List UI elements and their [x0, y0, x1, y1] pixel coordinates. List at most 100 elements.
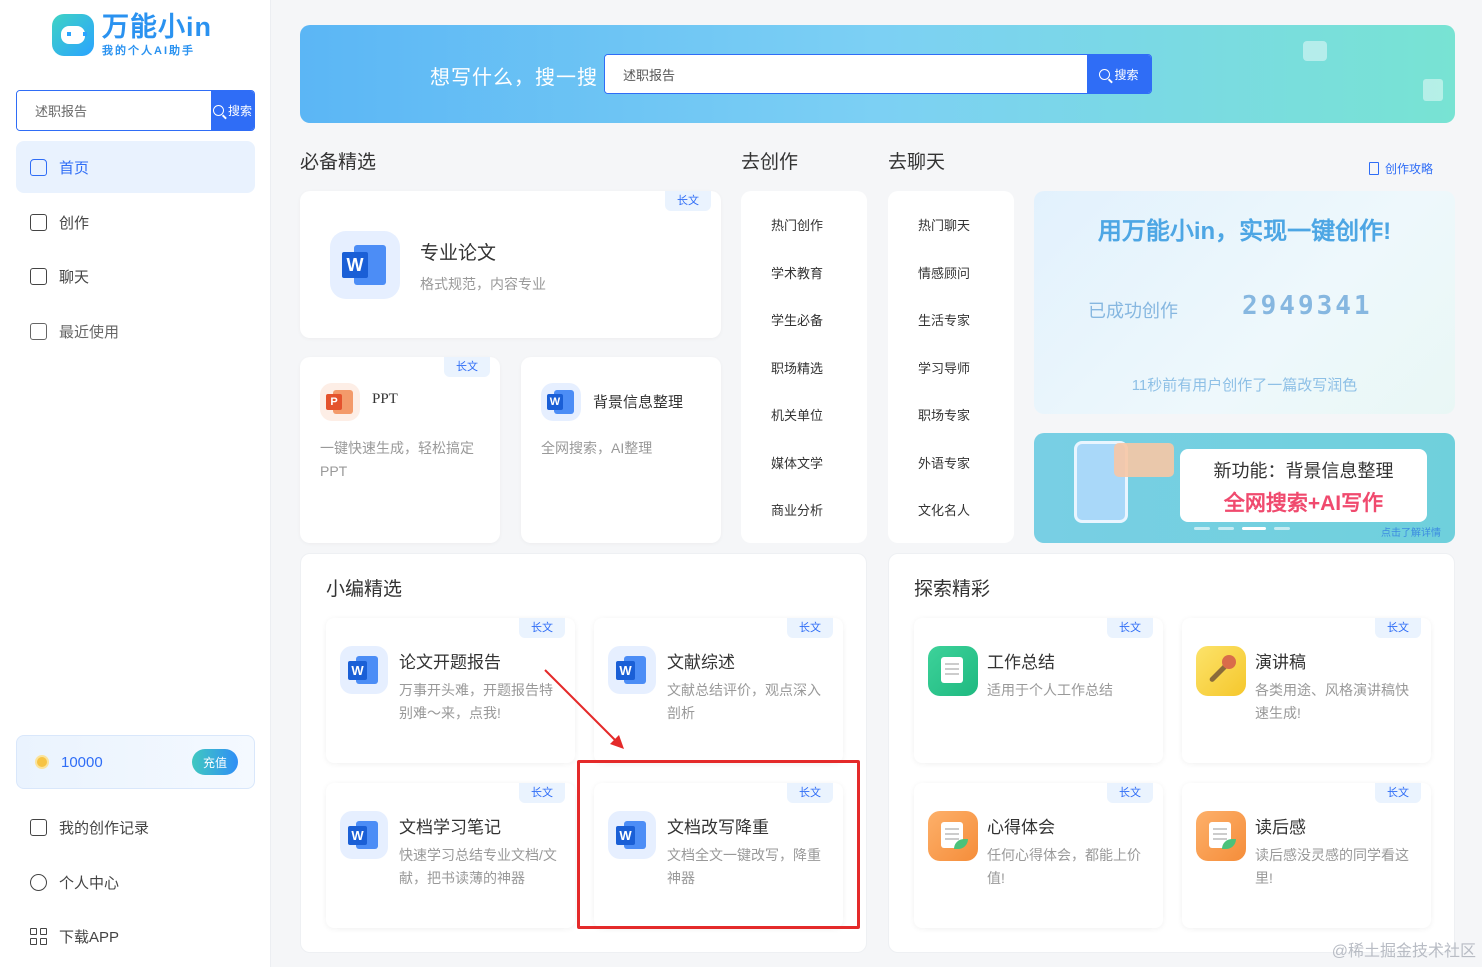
- card-reflection[interactable]: 长文 心得体会 任何心得体会，都能上价值!: [914, 783, 1163, 928]
- chat-category-item[interactable]: 情感顾问: [888, 249, 1014, 297]
- recharge-button[interactable]: 充值: [192, 749, 238, 775]
- card-title: PPT: [372, 391, 398, 407]
- tag-long-text: 长文: [665, 191, 711, 211]
- logo-subtitle: 我的个人AI助手: [102, 45, 195, 57]
- card-work-summary[interactable]: 长文 工作总结 适用于个人工作总结: [914, 618, 1163, 763]
- notes-leaf-icon: [1196, 811, 1246, 861]
- home-icon: [30, 158, 47, 176]
- card-desc: 各类用途、风格演讲稿快速生成!: [1255, 682, 1409, 721]
- chat-icon: [30, 267, 47, 285]
- sidebar-search-button[interactable]: 搜索: [211, 91, 254, 130]
- card-title: 文档学习笔记: [399, 818, 501, 837]
- chat-category-item[interactable]: 职场专家: [888, 391, 1014, 439]
- microphone-icon: [1196, 646, 1246, 696]
- create-category-item[interactable]: 学术教育: [741, 249, 867, 297]
- nav-profile-label: 个人中心: [59, 874, 120, 892]
- card-desc: 快速学习总结专业文档/文献，把书读薄的神器: [399, 847, 557, 886]
- word-icon: W: [541, 383, 581, 421]
- chat-category-item[interactable]: 外语专家: [888, 439, 1014, 487]
- sidebar-search: 搜索: [16, 90, 255, 131]
- card-book-review[interactable]: 长文 读后感 读后感没灵感的同学看这里!: [1182, 783, 1431, 928]
- nav-profile[interactable]: 个人中心: [16, 856, 255, 908]
- nav-create[interactable]: 创作: [16, 196, 255, 248]
- word-icon: W: [340, 811, 388, 859]
- notes-leaf-icon: [928, 811, 978, 861]
- chat-category-list: 热门聊天 情感顾问 生活专家 学习导师 职场专家 外语专家 文化名人: [888, 191, 1014, 543]
- explore-panel: 探索精彩 长文 工作总结 适用于个人工作总结 长文 演讲稿 各类用途、风格演讲稿…: [888, 553, 1455, 953]
- nav-my-records[interactable]: 我的创作记录: [16, 801, 255, 853]
- create-category-item[interactable]: 机关单位: [741, 391, 867, 439]
- card-desc: 格式规范，内容专业: [420, 276, 546, 292]
- card-title: 专业论文: [420, 243, 497, 264]
- nav-create-label: 创作: [59, 214, 90, 232]
- card-literature-review[interactable]: 长文 W 文献综述 文献总结评价，观点深入剖析: [594, 618, 843, 763]
- nav-download-app[interactable]: 下载APP: [16, 910, 255, 962]
- promo-box: 新功能：背景信息整理 全网搜索+AI写作: [1180, 449, 1427, 522]
- stats-count: 2949341: [1242, 291, 1373, 321]
- banner-search-button[interactable]: 搜索: [1087, 55, 1151, 93]
- create-category-item[interactable]: 媒体文学: [741, 439, 867, 487]
- create-category-item[interactable]: 学生必备: [741, 296, 867, 344]
- card-title: 背景信息整理: [593, 394, 684, 411]
- banner-search-input[interactable]: [605, 55, 1087, 93]
- promo-line2: 全网搜索+AI写作: [1223, 492, 1384, 515]
- card-desc: 任何心得体会，都能上价值!: [987, 847, 1141, 886]
- create-category-item[interactable]: 商业分析: [741, 486, 867, 534]
- credit-balance: 10000 充值: [16, 735, 255, 789]
- card-desc: 一键快速生成，轻松搞定PPT: [320, 440, 474, 479]
- section-editor-pick-title: 小编精选: [326, 579, 403, 600]
- tag-long-text: 长文: [1107, 618, 1153, 638]
- banner-search-button-label: 搜索: [1114, 67, 1139, 82]
- nav-download-app-label: 下载APP: [59, 928, 120, 946]
- chat-category-item[interactable]: 生活专家: [888, 296, 1014, 344]
- chat-category-item[interactable]: 学习导师: [888, 344, 1014, 392]
- card-title: 文献综述: [667, 653, 735, 672]
- card-thesis-proposal[interactable]: 长文 W 论文开题报告 万事开头难，开题报告特别难～来，点我!: [326, 618, 575, 763]
- highlight-annotation-box: [577, 760, 860, 929]
- sidebar-search-input[interactable]: [17, 91, 211, 130]
- word-icon: W: [340, 646, 388, 694]
- watermark: @稀土掘金技术社区: [1331, 943, 1476, 960]
- nav-chat[interactable]: 聊天: [16, 250, 255, 302]
- create-category-item[interactable]: 热门创作: [741, 201, 867, 249]
- ppt-decoration-icon: [1303, 41, 1327, 61]
- card-desc: 读后感没灵感的同学看这里!: [1255, 847, 1409, 886]
- card-background-info[interactable]: W 背景信息整理 全网搜索，AI整理: [521, 357, 721, 543]
- ppt-icon: P: [320, 383, 360, 421]
- nav-chat-label: 聊天: [59, 268, 90, 286]
- card-professional-paper[interactable]: 长文 W 专业论文 格式规范，内容专业: [300, 191, 721, 338]
- document-decoration-icon: [1423, 79, 1443, 101]
- promo-banner[interactable]: 新功能：背景信息整理 全网搜索+AI写作 点击了解详情: [1034, 433, 1455, 543]
- tag-long-text: 长文: [444, 357, 490, 377]
- nav-recent[interactable]: 最近使用: [16, 305, 255, 357]
- nav-my-records-label: 我的创作记录: [59, 819, 150, 837]
- nav-home[interactable]: 首页: [16, 141, 255, 193]
- carousel-dots[interactable]: [1194, 527, 1290, 530]
- card-desc: 文献总结评价，观点深入剖析: [667, 682, 821, 721]
- card-ppt[interactable]: 长文 P PPT 一键快速生成，轻松搞定PPT: [300, 357, 500, 543]
- grid-icon: [30, 927, 47, 945]
- create-category-item[interactable]: 职场精选: [741, 344, 867, 392]
- banner-search: 搜索: [604, 54, 1152, 94]
- search-icon: [212, 105, 224, 116]
- robot-logo-icon: [52, 14, 94, 56]
- chat-category-item[interactable]: 热门聊天: [888, 201, 1014, 249]
- logo[interactable]: 万能小in 我的个人AI助手: [52, 12, 212, 58]
- section-explore-title: 探索精彩: [914, 579, 991, 600]
- section-chat-title: 去聊天: [888, 152, 946, 173]
- work-summary-icon: [928, 646, 978, 696]
- creation-guide-link[interactable]: 创作攻略: [1368, 160, 1433, 177]
- card-desc: 全网搜索，AI整理: [541, 440, 653, 456]
- promo-more-link[interactable]: 点击了解详情: [1381, 524, 1441, 539]
- card-speech[interactable]: 长文 演讲稿 各类用途、风格演讲稿快速生成!: [1182, 618, 1431, 763]
- card-study-notes[interactable]: 长文 W 文档学习笔记 快速学习总结专业文档/文献，把书读薄的神器: [326, 783, 575, 928]
- credit-value: 10000: [61, 753, 103, 771]
- chat-category-item[interactable]: 文化名人: [888, 486, 1014, 534]
- creation-stats-panel: 用万能小in，实现一键创作! 已成功创作 2949341 11秒前有用户创作了一…: [1034, 191, 1455, 414]
- sidebar-search-button-label: 搜索: [227, 104, 252, 118]
- banner-title: 想写什么，搜一搜: [430, 67, 598, 89]
- card-title: 读后感: [1255, 818, 1306, 837]
- create-category-list: 热门创作 学术教育 学生必备 职场精选 机关单位 媒体文学 商业分析: [741, 191, 867, 543]
- stats-label: 已成功创作: [1088, 301, 1178, 321]
- tag-long-text: 长文: [1375, 783, 1421, 803]
